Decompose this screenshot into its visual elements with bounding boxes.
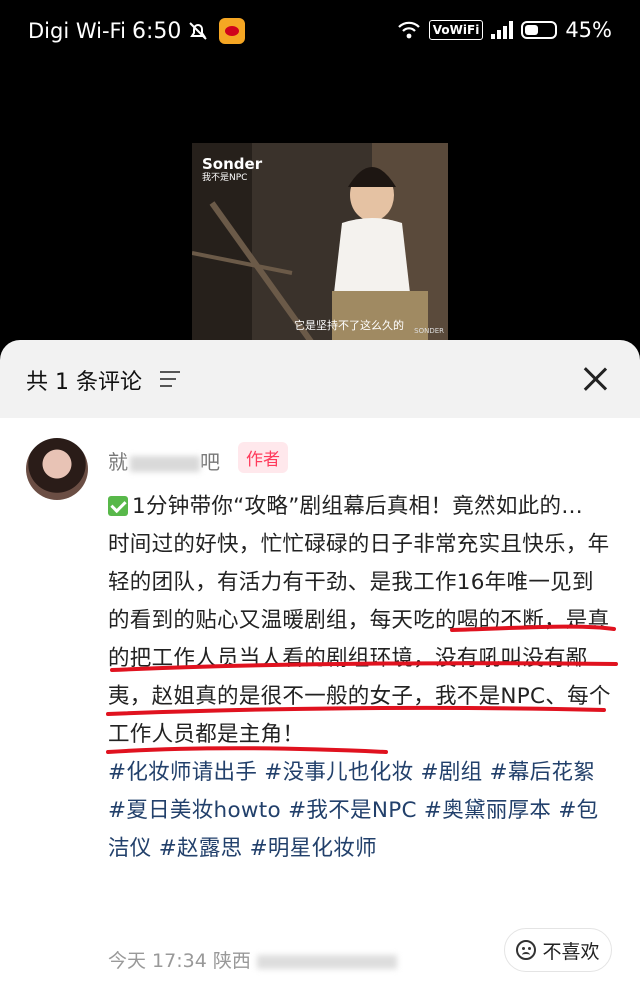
mute-bell-icon bbox=[189, 22, 208, 40]
comment-text[interactable]: 1分钟带你“攻略”剧组幕后真相！竟然如此的… 时间过的好快，忙忙碌碌的日子非常充… bbox=[108, 488, 614, 868]
battery-icon bbox=[521, 21, 558, 39]
checkmark-icon bbox=[108, 496, 128, 516]
status-right: VoWiFi 45% bbox=[397, 18, 612, 42]
sheet-header: 共 1 条评论 bbox=[0, 340, 640, 418]
avatar[interactable] bbox=[26, 438, 88, 500]
signal-icon bbox=[491, 21, 514, 39]
username-tail: 吧 bbox=[200, 450, 220, 474]
comment-body: 时间过的好快，忙忙碌碌的日子非常充实且快乐，年轻的团队，有活力有干劲、是我工作1… bbox=[108, 532, 611, 747]
status-bar: Digi Wi-Fi 6:50 VoWiFi 45% bbox=[0, 0, 640, 64]
video-subtitle: 它是坚持不了这么久的 bbox=[294, 319, 404, 332]
dislike-label: 不喜欢 bbox=[542, 940, 600, 963]
username[interactable]: 就吧 bbox=[108, 446, 220, 475]
clock: 6:50 bbox=[131, 18, 182, 44]
comment-date: 今天 17:34 bbox=[108, 950, 207, 972]
video-watermark: SONDER bbox=[414, 327, 444, 335]
weibo-icon bbox=[219, 18, 246, 44]
vowifi-badge: VoWiFi bbox=[428, 20, 484, 40]
username-blur bbox=[130, 455, 200, 472]
video-logo: Sonder 我不是NPC bbox=[202, 157, 262, 185]
close-icon[interactable] bbox=[580, 364, 610, 394]
battery-percent: 45% bbox=[565, 18, 612, 42]
sort-icon[interactable] bbox=[160, 371, 180, 392]
author-badge: 作者 bbox=[238, 442, 288, 473]
status-left: Digi Wi-Fi 6:50 bbox=[28, 18, 246, 44]
comment-meta: 今天 17:34 陕西 bbox=[108, 946, 397, 973]
meta-blur bbox=[256, 954, 397, 969]
comment-title-line: 1分钟带你“攻略”剧组幕后真相！竟然如此的… bbox=[132, 494, 584, 519]
video-logo-sub: 我不是NPC bbox=[202, 173, 248, 183]
comment-item: 就吧 作者 1分钟带你“攻略”剧组幕后真相！竟然如此的… 时间过的好快，忙忙碌碌… bbox=[0, 418, 640, 991]
carrier-label: Digi Wi-Fi bbox=[28, 19, 126, 43]
hashtags[interactable]: #化妆师请出手 #没事儿也化妆 #剧组 #幕后花絮 #夏日美妆howto #我不… bbox=[108, 754, 614, 868]
dislike-button[interactable]: 不喜欢 bbox=[504, 928, 612, 972]
comment-location: 陕西 bbox=[212, 950, 251, 972]
comment-count-title: 共 1 条评论 bbox=[26, 370, 142, 395]
video-player[interactable]: Sonder 我不是NPC 它是坚持不了这么久的 SONDER bbox=[192, 143, 448, 343]
comments-sheet: 共 1 条评论 就吧 作者 1分钟带你“攻略”剧组幕后真相！竟然如此的… 时间过… bbox=[0, 340, 640, 991]
username-visible: 就 bbox=[108, 450, 128, 474]
wifi-icon bbox=[397, 21, 420, 39]
frown-icon bbox=[516, 940, 537, 960]
